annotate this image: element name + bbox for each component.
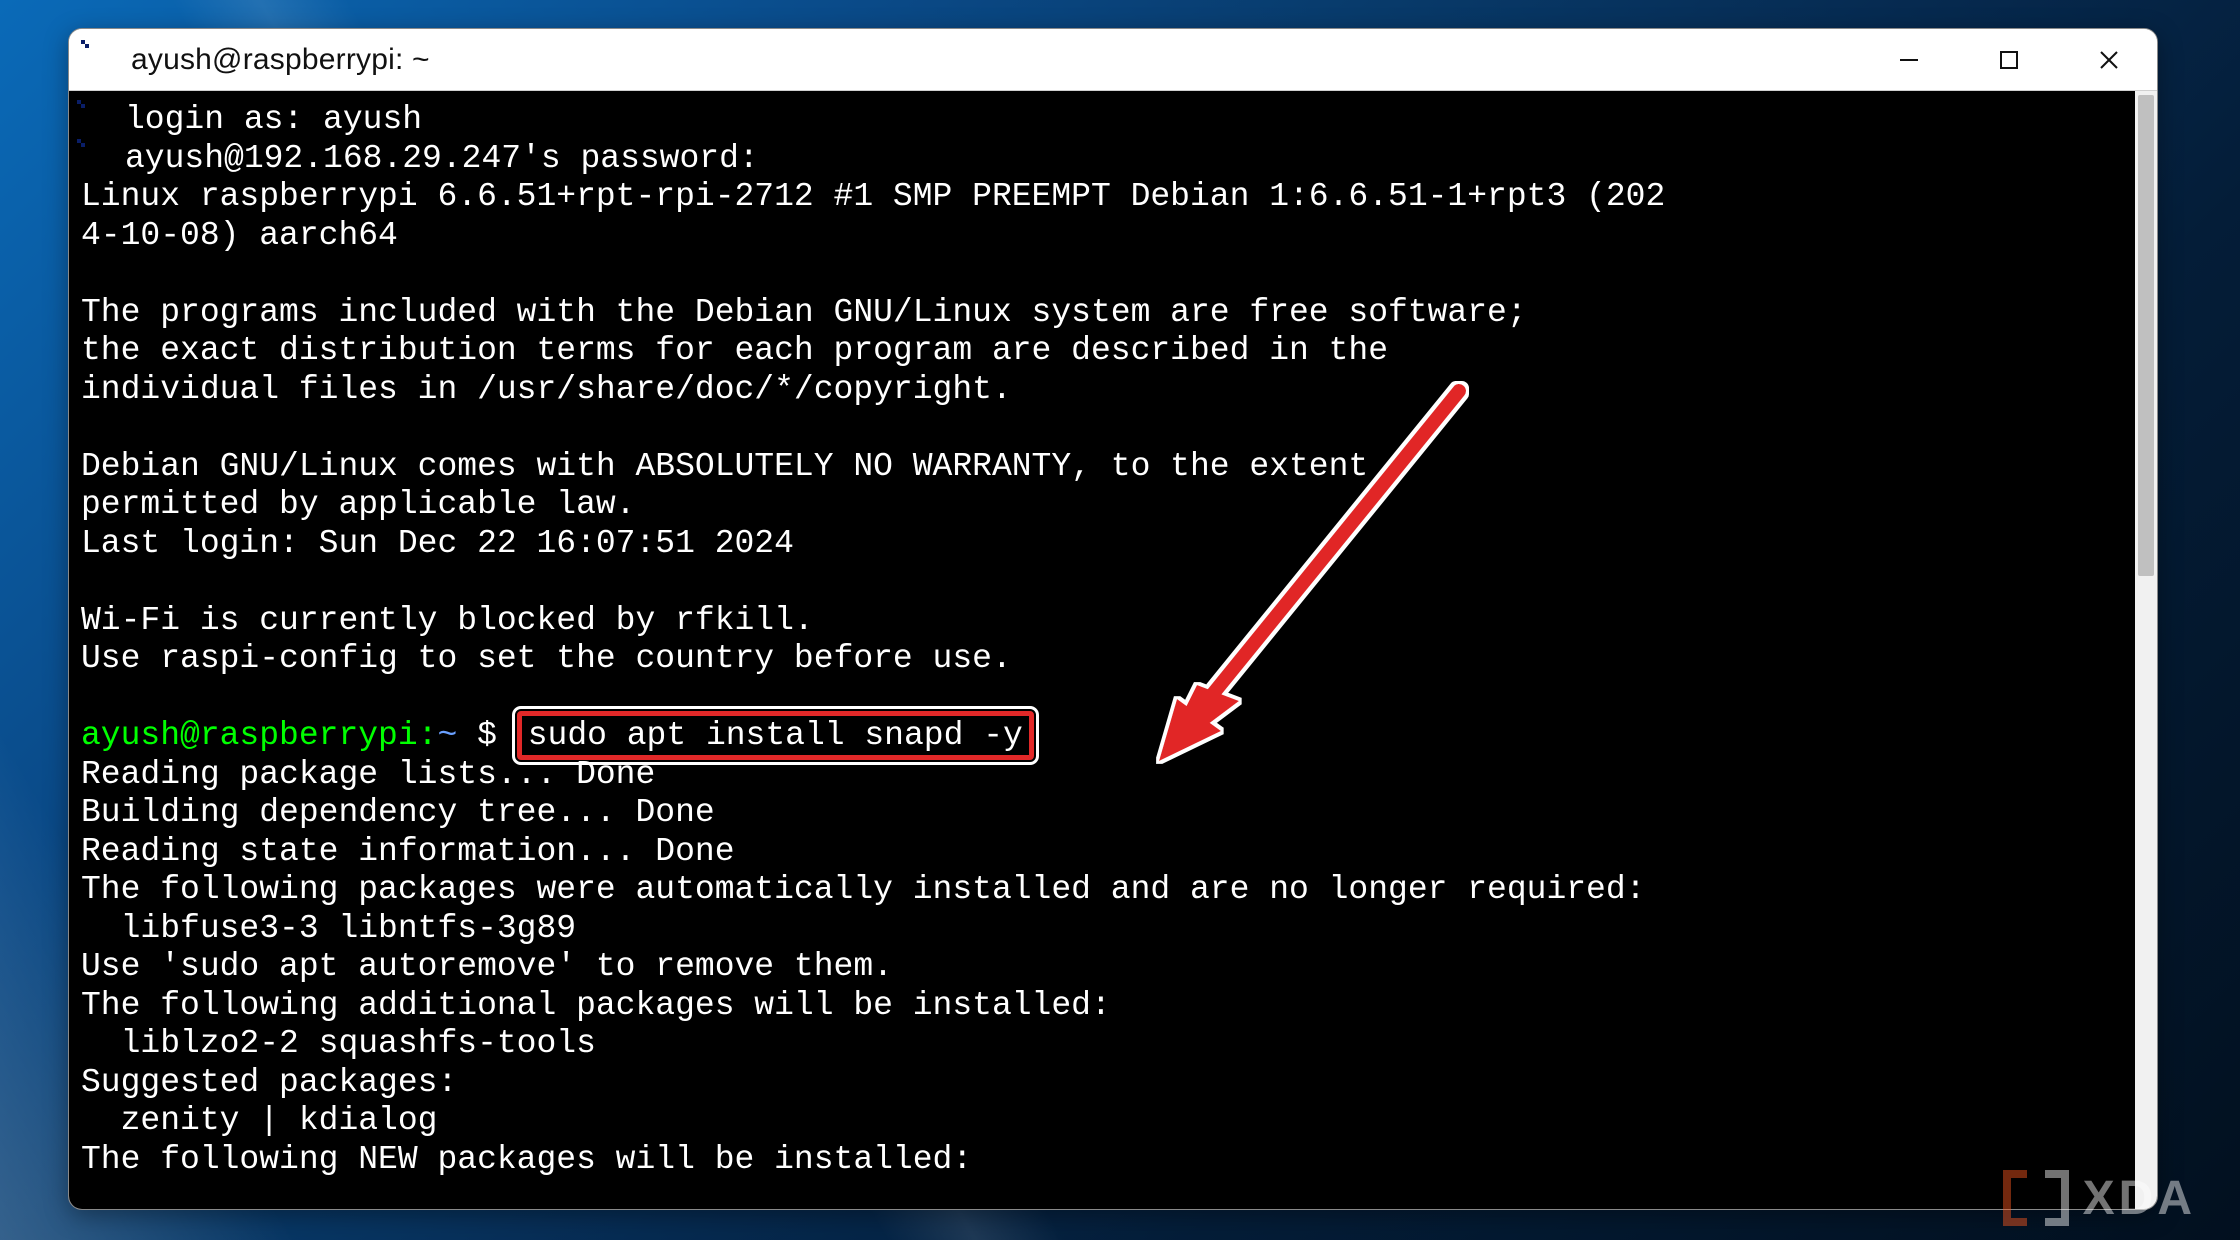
terminal-line: The following additional packages will b… [81, 987, 1111, 1024]
terminal-line: liblzo2-2 squashfs-tools [81, 1025, 596, 1062]
prompt-cwd: ~ [437, 717, 457, 754]
highlighted-command: sudo apt install snapd -y [517, 711, 1034, 760]
terminal-line: Use raspi-config to set the country befo… [81, 640, 1012, 677]
scrollbar-thumb[interactable] [2138, 95, 2154, 576]
terminal-line: The following packages were automaticall… [81, 871, 1645, 908]
prompt-sep: : [418, 717, 438, 754]
desktop-wallpaper: ayush@raspberrypi: ~ login as: ayush ayu… [0, 0, 2240, 1240]
terminal-line: ayush@192.168.29.247's password: [125, 140, 759, 177]
terminal-line: login as: ayush [125, 101, 422, 138]
window-title: ayush@raspberrypi: ~ [131, 43, 430, 77]
terminal-line: the exact distribution terms for each pr… [81, 332, 1388, 369]
terminal-line: individual files in /usr/share/doc/*/cop… [81, 371, 1012, 408]
terminal-line: Wi-Fi is currently blocked by rfkill. [81, 602, 814, 639]
terminal-line: Debian GNU/Linux comes with ABSOLUTELY N… [81, 448, 1368, 485]
putty-inline-icon [81, 143, 115, 173]
terminal-line: Building dependency tree... Done [81, 794, 715, 831]
putty-window: ayush@raspberrypi: ~ login as: ayush ayu… [68, 28, 2158, 1210]
terminal-line: zenity | kdialog [81, 1102, 437, 1139]
prompt-symbol: $ [477, 717, 497, 754]
terminal-line: Reading state information... Done [81, 833, 735, 870]
putty-icon [85, 44, 117, 76]
titlebar[interactable]: ayush@raspberrypi: ~ [69, 29, 2157, 91]
terminal-line: permitted by applicable law. [81, 486, 636, 523]
terminal[interactable]: login as: ayush ayush@192.168.29.247's p… [69, 91, 2135, 1209]
prompt-user-host: ayush@raspberrypi [81, 717, 418, 754]
terminal-line: Use 'sudo apt autoremove' to remove them… [81, 948, 893, 985]
terminal-line: The following NEW packages will be insta… [81, 1141, 972, 1178]
vertical-scrollbar[interactable] [2135, 91, 2157, 1209]
terminal-area: login as: ayush ayush@192.168.29.247's p… [69, 91, 2157, 1209]
terminal-line: libfuse3-3 libntfs-3g89 [81, 910, 576, 947]
terminal-line: Reading package lists... Done [81, 756, 655, 793]
minimize-button[interactable] [1871, 36, 1947, 84]
maximize-button[interactable] [1971, 36, 2047, 84]
terminal-line: 4-10-08) aarch64 [81, 217, 398, 254]
terminal-line: Last login: Sun Dec 22 16:07:51 2024 [81, 525, 794, 562]
close-button[interactable] [2071, 36, 2147, 84]
putty-inline-icon [81, 104, 115, 134]
terminal-line: The programs included with the Debian GN… [81, 294, 1527, 331]
terminal-line: Linux raspberrypi 6.6.51+rpt-rpi-2712 #1… [81, 178, 1665, 215]
terminal-line: Suggested packages: [81, 1064, 457, 1101]
